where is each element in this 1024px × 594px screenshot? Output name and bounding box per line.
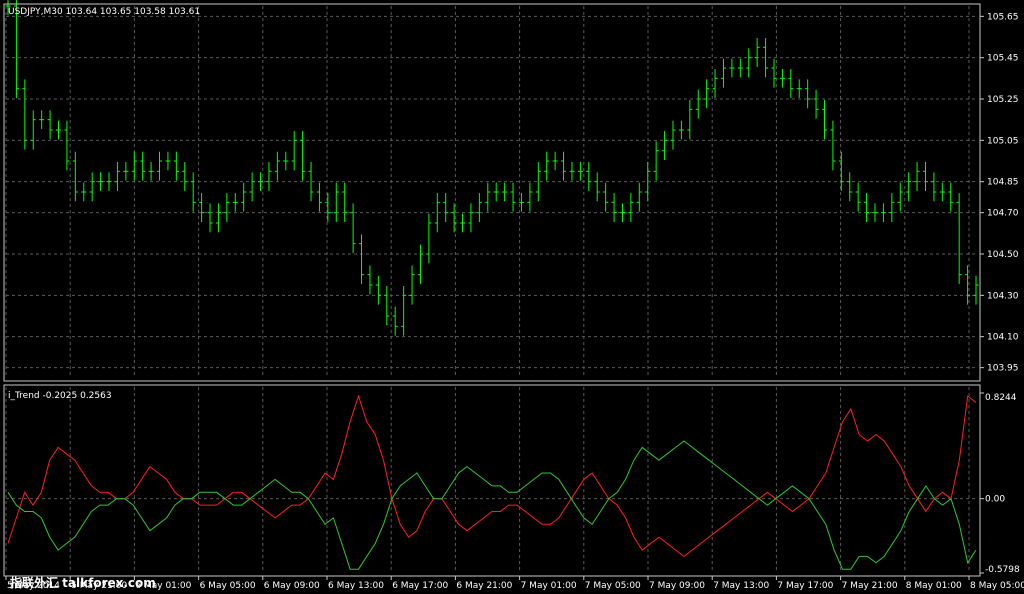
time-tick-label: 6 May 17:00 [392, 581, 448, 591]
time-tick-label: 6 May 05:00 [200, 581, 256, 591]
indicator-y-tick-label: 0.8244 [985, 393, 1017, 403]
time-tick-label: 7 May 01:00 [521, 581, 577, 591]
price-y-tick-label: 105.65 [987, 12, 1019, 22]
time-tick-label: 7 May 17:00 [777, 581, 833, 591]
time-tick-label: 6 May 13:00 [328, 581, 384, 591]
price-header: USDJPY,M30 103.64 103.65 103.58 103.61 [8, 7, 200, 17]
indicator-header: i_Trend -0.2025 0.2563 [8, 391, 112, 401]
time-tick-label: 8 May 01:00 [906, 581, 962, 591]
time-tick-label: 6 May 21:00 [456, 581, 512, 591]
indicator-y-tick-label: -0.5798 [985, 565, 1020, 575]
price-y-tick-label: 105.45 [987, 54, 1019, 64]
time-tick-label: 7 May 09:00 [649, 581, 705, 591]
price-y-tick-label: 105.25 [987, 95, 1019, 105]
time-tick-label: 6 May 09:00 [264, 581, 320, 591]
price-y-tick-label: 103.95 [987, 364, 1019, 374]
price-y-tick-label: 104.30 [987, 291, 1019, 301]
price-y-tick-label: 104.85 [987, 178, 1019, 188]
time-tick-label: 8 May 05:00 [970, 581, 1024, 591]
time-tick-label: 7 May 05:00 [585, 581, 641, 591]
price-y-tick-label: 104.50 [987, 250, 1019, 260]
indicator-y-tick-label: 0.00 [985, 495, 1005, 505]
time-tick-label: 7 May 21:00 [842, 581, 898, 591]
time-tick-label: 7 May 13:00 [713, 581, 769, 591]
chart-root: 105.65 105.45 105.25 105.05 104.85 104.70 104.… [0, 0, 1024, 594]
price-y-tick-label: 105.05 [987, 136, 1019, 146]
price-y-tick-label: 104.70 [987, 209, 1019, 219]
price-y-tick-label: 104.10 [987, 333, 1019, 343]
watermark: 指联外汇 talkforex.com [10, 575, 156, 590]
